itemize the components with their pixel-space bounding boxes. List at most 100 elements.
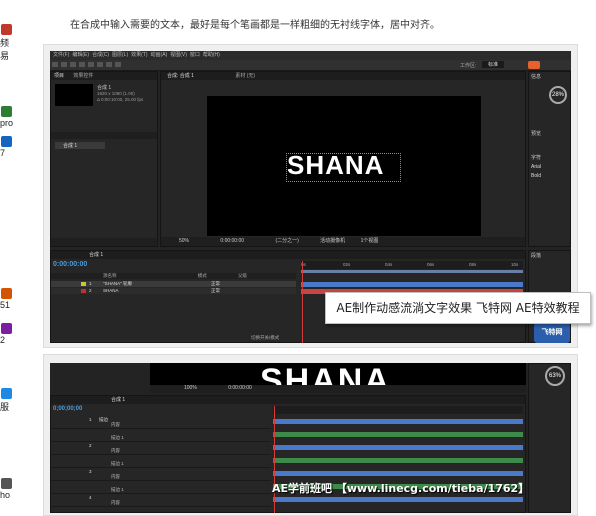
menu-item[interactable]: 编辑(E)	[72, 52, 89, 58]
menu-item[interactable]: 动画(A)	[151, 52, 168, 58]
viewer-timecode[interactable]: 0:00:00:00	[220, 238, 244, 244]
camera-tool-icon[interactable]	[88, 62, 94, 67]
menu-item[interactable]: 效果(T)	[131, 52, 147, 58]
project-thumbnail	[55, 84, 93, 106]
watermark-site-logo: 飞特网	[534, 323, 570, 343]
desktop-shortcut-icon[interactable]	[1, 106, 12, 117]
tab-composition[interactable]: 合成: 合成 1	[167, 73, 194, 79]
layer-property-label[interactable]: 内容	[111, 500, 120, 506]
right-panel-character-tab[interactable]: 字符	[531, 154, 541, 161]
tab-timeline-comp-2[interactable]: 合成 1	[111, 397, 125, 403]
desktop-shortcut-label: ho	[0, 490, 11, 500]
layer-track-bar[interactable]	[273, 419, 523, 424]
composition-viewer[interactable]: SHANA	[207, 96, 481, 236]
layer-property-label[interactable]: 内容	[111, 474, 120, 480]
composition-viewer-2[interactable]: SHANA	[150, 363, 526, 385]
tab-project[interactable]: 项目	[54, 73, 64, 79]
desktop-shortcut-icon[interactable]	[1, 24, 12, 35]
layer-track-bar[interactable]	[273, 445, 523, 450]
menu-item[interactable]: 合成(C)	[92, 52, 109, 58]
menu-bar: 文件(F) 编辑(E) 合成(C) 图层(L) 效果(T) 动画(A) 视图(V) 窗口 帮助(…	[50, 51, 571, 60]
pen-tool-icon[interactable]	[97, 62, 103, 67]
article-instruction: 在合成中输入需要的文本，最好是每个笔画都是一样粗细的无衬线字体，居中对齐。	[70, 20, 440, 31]
workspace-select[interactable]: 标准	[482, 61, 505, 68]
layer-bar-1[interactable]	[301, 282, 523, 287]
zoom-select-2[interactable]: 100%	[184, 385, 197, 391]
layer-track-bar[interactable]	[273, 497, 523, 502]
resolution-select[interactable]: (二分之一)	[275, 238, 298, 244]
font-style-field[interactable]: Bold	[531, 173, 541, 179]
layer-name[interactable]: "SHANA" 轮廓	[103, 281, 132, 287]
layer-track-bar[interactable]	[273, 432, 523, 437]
layer-number: 2	[89, 443, 92, 448]
brush-tool-icon[interactable]	[115, 62, 121, 67]
layer-property-label[interactable]: 内容	[111, 448, 120, 454]
playhead-2[interactable]	[274, 406, 275, 513]
desktop-shortcut-icon[interactable]	[1, 323, 12, 334]
layer-mode-select[interactable]: 正常	[211, 288, 220, 294]
workspace-label: 工作区:	[460, 63, 477, 69]
layer-track-bar[interactable]	[273, 458, 523, 463]
layer-name[interactable]: SHANA	[103, 288, 119, 293]
timeline-layer-row[interactable]: 2 内容	[51, 442, 271, 455]
layer-property-label[interactable]: 描边 1	[111, 435, 124, 441]
menu-item[interactable]: 文件(F)	[53, 52, 69, 58]
layer-property-label[interactable]: 描边 1	[111, 461, 124, 467]
timeline-layer-row[interactable]: 描边 1	[51, 481, 271, 494]
progress-badge-value: 28%	[551, 92, 564, 98]
zoom-tool-icon[interactable]	[70, 62, 76, 67]
timeline-timecode[interactable]: 0:00:00:00	[53, 261, 87, 268]
menu-item[interactable]: 窗口	[190, 52, 200, 58]
timeline-timecode-2[interactable]: 0;00;00;00	[53, 406, 82, 412]
ruler-tick-label: 04s	[385, 262, 393, 267]
right-panel-info-tab[interactable]: 信息	[531, 73, 541, 80]
timeline-layer-row[interactable]: 1 "SHANA" 轮廓 正常	[51, 281, 296, 287]
layer-property-label[interactable]: 内容	[111, 422, 120, 428]
desktop-shortcut-icon[interactable]	[1, 478, 12, 489]
viewer-timecode-2[interactable]: 0:00:00:00	[228, 385, 252, 391]
hand-tool-icon[interactable]	[61, 62, 67, 67]
toggle-switches-label[interactable]: 切换开关/模式	[251, 335, 279, 341]
right-panels-2: 63%	[528, 363, 571, 513]
timeline-layer-row[interactable]: 描边 1	[51, 429, 271, 442]
menu-item[interactable]: 帮助(H)	[203, 52, 220, 58]
timeline-layer-row[interactable]: 描边 1	[51, 455, 271, 468]
playhead[interactable]	[302, 261, 303, 343]
work-area-bar[interactable]	[301, 270, 523, 273]
project-panel: 项目 效果控件 合成 1 1920 x 1080 (1.00) Δ 0:00:1…	[50, 71, 158, 247]
layer-name[interactable]: 描边	[99, 417, 108, 423]
timeline-layer-row[interactable]: 1 描边 内容	[51, 416, 271, 429]
font-name-field[interactable]: Arial	[531, 164, 541, 170]
camera-select[interactable]: 活动摄像机	[320, 238, 345, 244]
layer-track-bar[interactable]	[273, 471, 523, 476]
right-panel-paragraph-tab[interactable]: 段落	[531, 252, 541, 259]
desktop-shortcut-icon[interactable]	[1, 288, 12, 299]
layer-property-label[interactable]: 描边 1	[111, 487, 124, 493]
ruler-tick-label: 02s	[343, 262, 351, 267]
composition-panel: 合成: 合成 1 素材 (无) SHANA 50% 0:00:00:00 (二分…	[160, 71, 526, 247]
selection-tool-icon[interactable]	[52, 62, 58, 67]
right-panel-preview-tab[interactable]: 预览	[531, 130, 541, 137]
tab-effect-controls[interactable]: 效果控件	[73, 73, 93, 79]
timeline-layer-row[interactable]: 4 内容	[51, 494, 271, 507]
tab-footage[interactable]: 素材 (无)	[235, 73, 255, 79]
tab-timeline-comp[interactable]: 合成 1	[89, 252, 103, 258]
zoom-select[interactable]: 50%	[179, 238, 189, 244]
viewer-footer-bar: 50% 0:00:00:00 (二分之一) 活动摄像机 1个视图	[161, 237, 525, 246]
layer-mode-select[interactable]: 正常	[211, 281, 220, 287]
project-list-item[interactable]: 合成 1	[55, 142, 105, 149]
rotate-tool-icon[interactable]	[79, 62, 85, 67]
project-item-info: 1920 x 1080 (1.00)	[97, 91, 135, 96]
views-select[interactable]: 1个视图	[361, 238, 379, 244]
layer-color-label[interactable]	[81, 282, 86, 286]
desktop-shortcut-icon[interactable]	[1, 136, 12, 147]
progress-badge-2: 63%	[545, 366, 565, 386]
project-list-item-label: 合成 1	[63, 143, 78, 149]
layer-color-label[interactable]	[81, 289, 86, 293]
timeline-layer-row[interactable]: 2 SHANA 正常	[51, 288, 296, 294]
timeline-layer-row[interactable]: 3 内容	[51, 468, 271, 481]
menu-item[interactable]: 视图(V)	[170, 52, 187, 58]
text-tool-icon[interactable]	[106, 62, 112, 67]
menu-item[interactable]: 图层(L)	[112, 52, 128, 58]
desktop-shortcut-icon[interactable]	[1, 388, 12, 399]
